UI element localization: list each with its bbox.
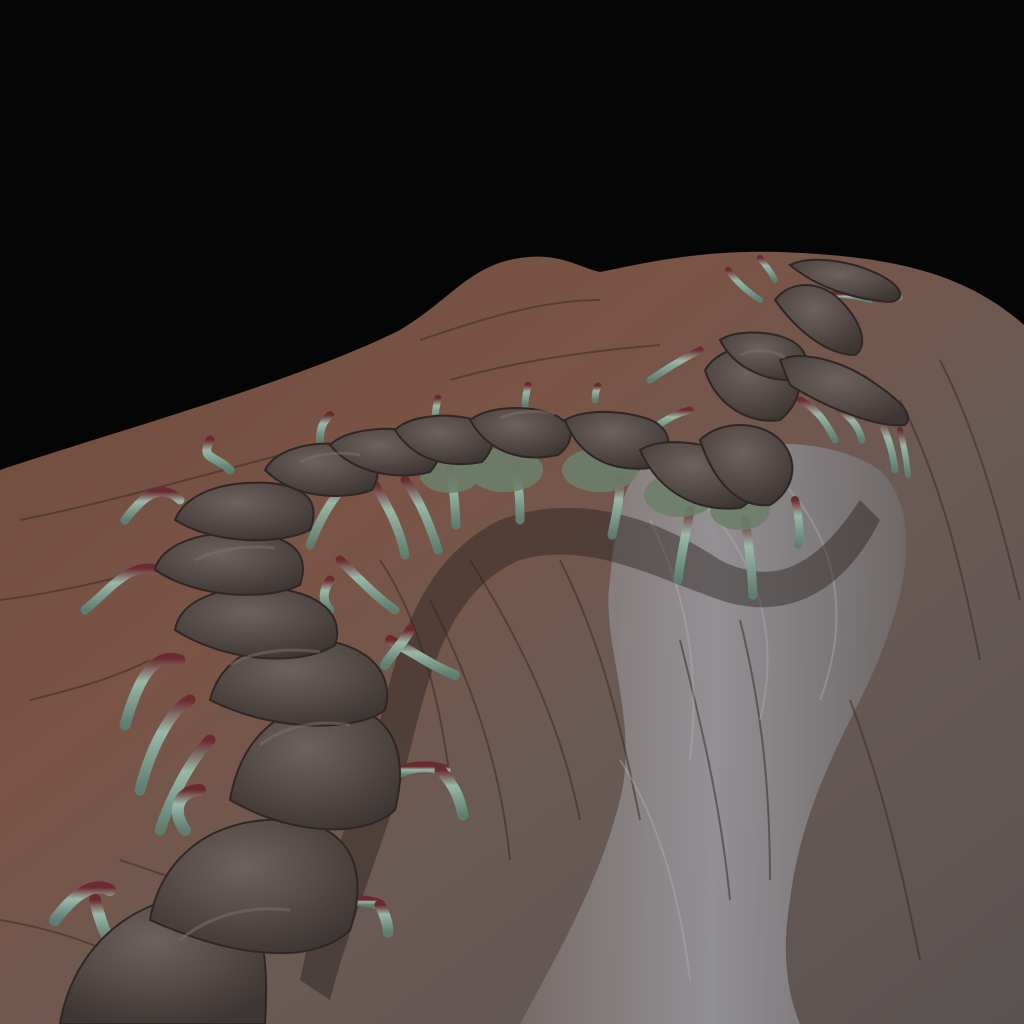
- centipede-on-log-scene: [0, 0, 1024, 1024]
